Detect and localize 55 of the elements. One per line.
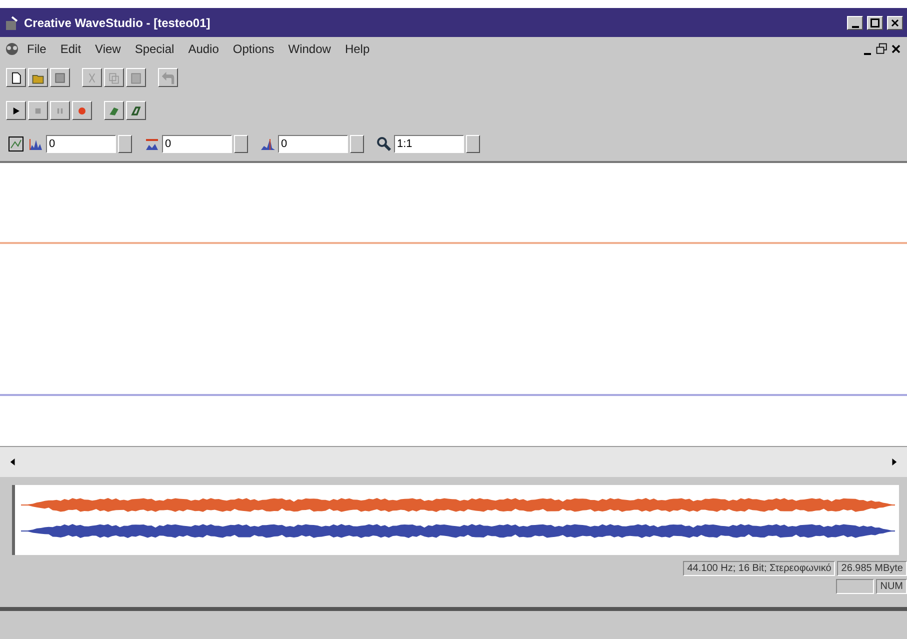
toolbar-button[interactable] (126, 101, 146, 120)
toolbar-button[interactable] (6, 68, 26, 87)
close-icon (889, 42, 903, 56)
minimize-icon (852, 26, 858, 28)
menu-item[interactable]: View (88, 42, 128, 56)
maximize-button[interactable] (867, 16, 883, 30)
restore-icon (875, 42, 889, 56)
size-text: 26.985 MByte (837, 561, 907, 576)
level-icon (260, 136, 276, 152)
amplitude-icon (28, 136, 44, 152)
toolbar-button[interactable] (126, 68, 146, 87)
menu-item[interactable]: File (20, 42, 54, 56)
spin-button[interactable] (118, 135, 132, 153)
spin-button[interactable] (466, 135, 480, 153)
toolbar-button[interactable] (72, 101, 92, 120)
spin-field[interactable]: 0 (162, 135, 232, 153)
undo-icon (161, 70, 175, 84)
scroll-bar[interactable] (0, 446, 907, 477)
format-text: 44.100 Hz; 16 Bit; Στερεοφωνικό (683, 561, 836, 576)
toolbar-button[interactable] (6, 101, 26, 120)
menu-item[interactable]: Special (128, 42, 182, 56)
num-lock-indicator: NUM (876, 579, 907, 594)
toolbar-button[interactable] (50, 68, 70, 87)
toolbar-button[interactable] (82, 68, 102, 87)
speaker-icon (4, 41, 20, 57)
width-icon (144, 136, 160, 152)
toolbar-button[interactable] (104, 68, 124, 87)
window-title: Creative WaveStudio - [testeo01] (24, 16, 212, 30)
toolbar-button[interactable] (28, 101, 48, 120)
copy-icon (107, 70, 121, 84)
spin-field[interactable]: 0 (278, 135, 348, 153)
toolbar-button[interactable] (28, 68, 48, 87)
close-button[interactable] (887, 16, 903, 30)
paste-icon (129, 70, 143, 84)
app-icon (4, 14, 20, 30)
close-icon (889, 16, 901, 28)
search-icon (376, 136, 392, 152)
status-pane (836, 579, 874, 594)
menu-item[interactable]: Audio (181, 42, 226, 56)
minimize-button[interactable] (847, 16, 863, 30)
spin-button[interactable] (350, 135, 364, 153)
repeat-icon (129, 104, 143, 118)
menu-item[interactable]: Edit (53, 42, 88, 56)
graph-icon (8, 136, 24, 152)
toolbar-button[interactable] (158, 68, 178, 87)
spin-field[interactable]: 1:1 (394, 135, 464, 153)
maximize-icon (869, 16, 881, 28)
toolbar-button[interactable] (104, 101, 124, 120)
spin-field[interactable]: 0 (46, 135, 116, 153)
new-icon (9, 70, 23, 84)
toolbar-button[interactable] (50, 101, 70, 120)
menu-item[interactable]: Window (281, 42, 338, 56)
menu-item[interactable]: Options (226, 42, 282, 56)
menu-item[interactable]: Help (338, 42, 377, 56)
spin-button[interactable] (234, 135, 248, 153)
